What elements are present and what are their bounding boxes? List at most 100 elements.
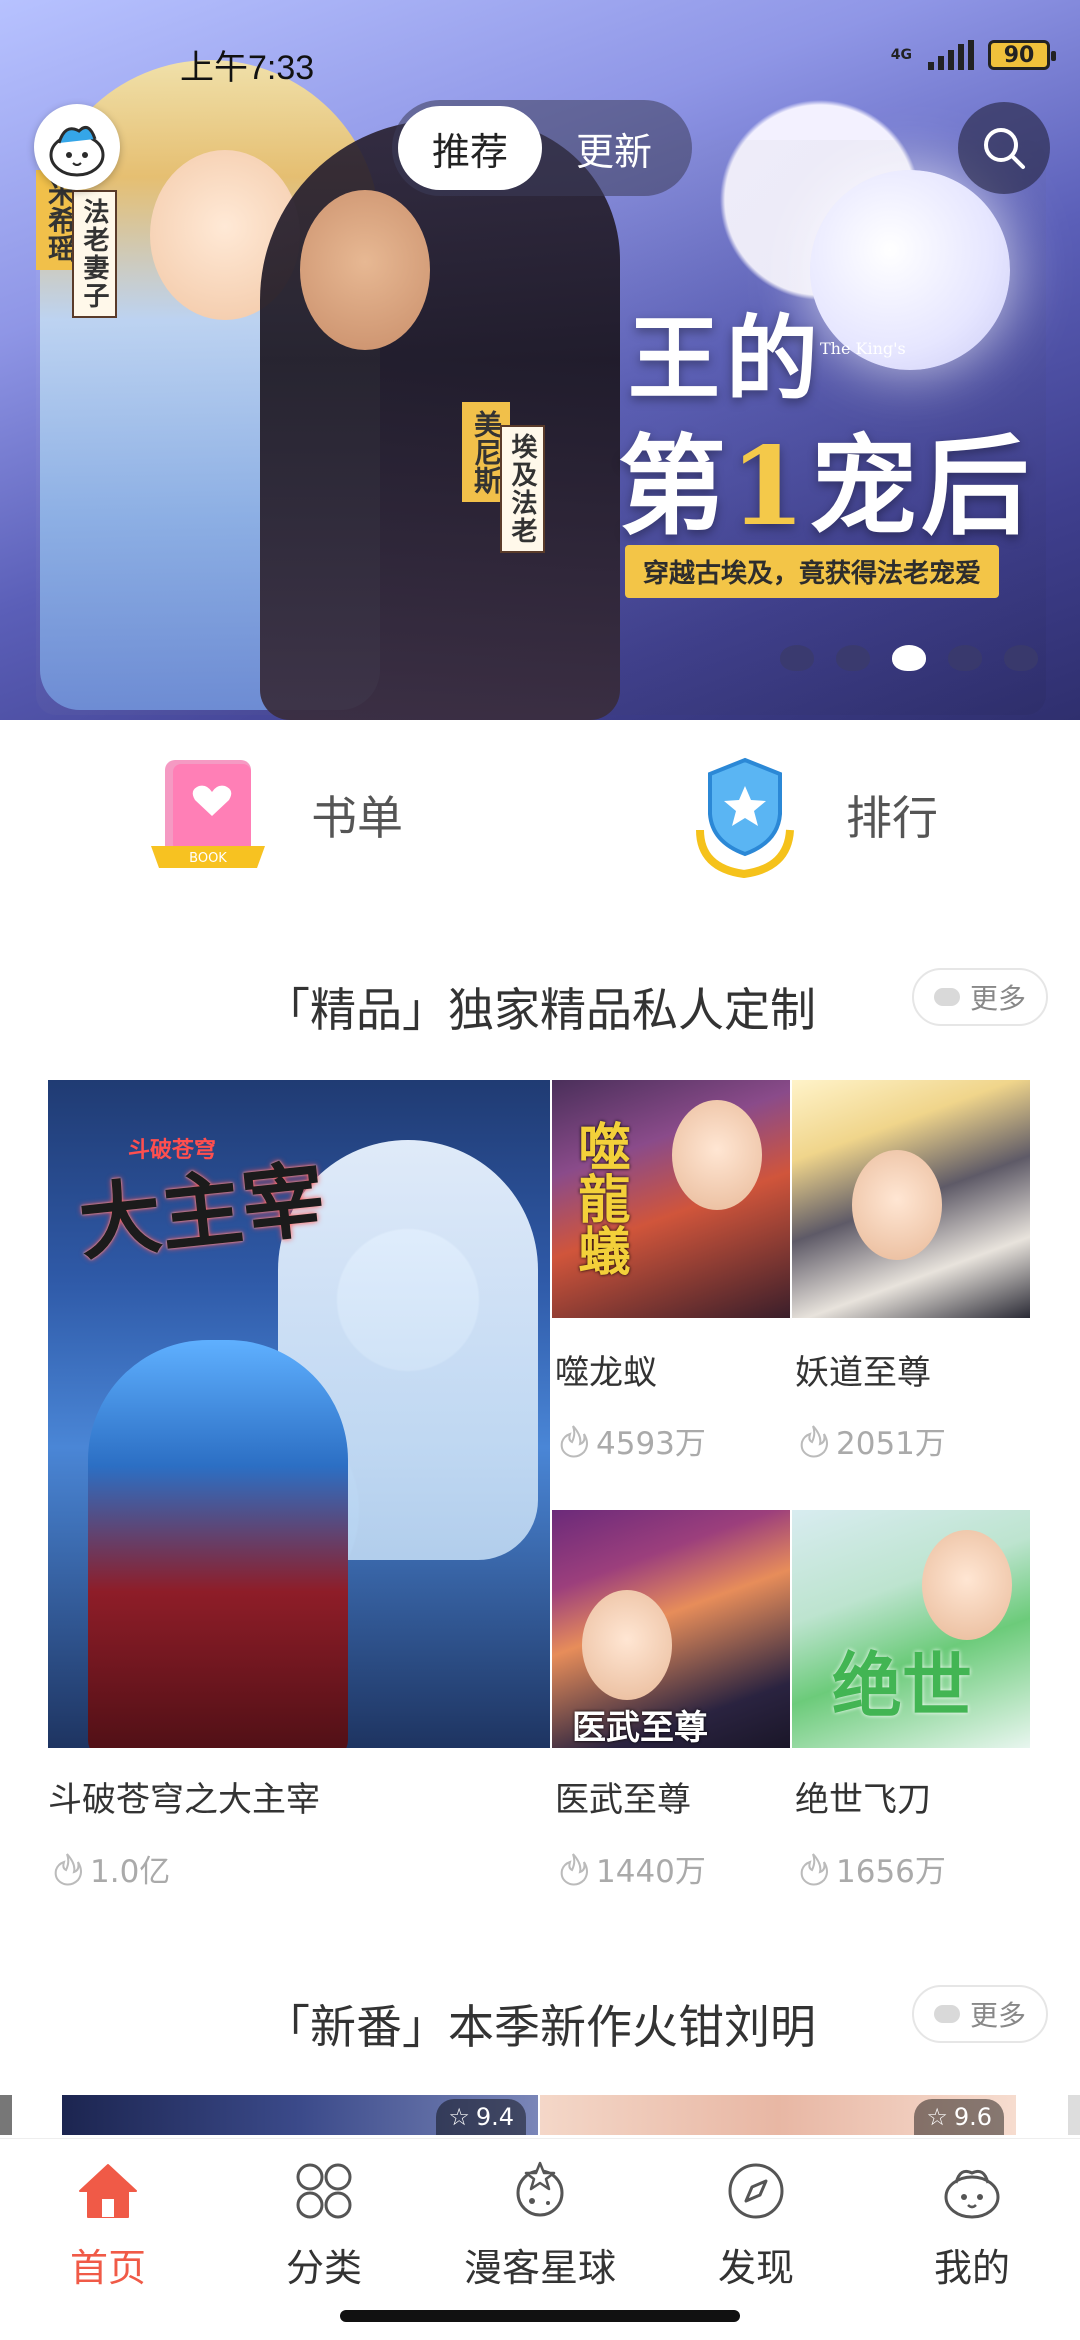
category-icon xyxy=(296,2163,352,2219)
title-prefix: 第 xyxy=(618,424,731,550)
booklist-label: 书单 xyxy=(311,791,403,845)
cover-character-face xyxy=(672,1100,762,1210)
comic-title[interactable]: 噬龙蚁 xyxy=(555,1345,657,1394)
pagination-dot[interactable] xyxy=(780,645,814,671)
top-tabs: 推荐 更新 xyxy=(392,100,692,196)
nav-category[interactable]: 分类 xyxy=(216,2159,432,2292)
comic-cover[interactable] xyxy=(792,1080,1030,1318)
cover-character-face xyxy=(582,1590,672,1700)
pagination-dot-active[interactable] xyxy=(892,645,926,671)
character-role-tag-1: 法老妻子 xyxy=(72,190,117,318)
comic-heat: 1.0亿 xyxy=(52,1846,170,1891)
nav-profile-label: 我的 xyxy=(933,2246,1010,2290)
shortcut-row: BOOK 书单 排行 xyxy=(0,750,1080,890)
premium-more-button[interactable]: 更多 xyxy=(912,968,1048,1026)
cover-logo: 绝世飞刀 xyxy=(832,1644,972,1748)
comic-cover[interactable]: 绝世飞刀 xyxy=(792,1510,1030,1748)
network-type: 4G xyxy=(890,47,912,63)
ranking-shortcut[interactable]: 排行 xyxy=(680,750,938,880)
home-indicator[interactable] xyxy=(340,2310,740,2322)
tab-update[interactable]: 更新 xyxy=(542,106,686,190)
banner-pagination xyxy=(780,645,1038,671)
more-label: 更多 xyxy=(969,1999,1026,2032)
banner-title-line1: 王的 xyxy=(628,305,825,413)
signal-icon xyxy=(928,40,974,70)
ranking-label: 排行 xyxy=(846,791,938,845)
rating-value: 9.6 xyxy=(953,2103,992,2131)
nav-discover[interactable]: 发现 xyxy=(648,2159,864,2292)
svg-text:BOOK: BOOK xyxy=(189,851,227,866)
comic-cover[interactable]: 医武至尊 xyxy=(552,1510,790,1748)
booklist-shortcut[interactable]: BOOK 书单 xyxy=(145,750,403,880)
title-number: 1 xyxy=(730,424,810,550)
flame-icon xyxy=(54,1852,82,1885)
comic-title[interactable]: 医武至尊 xyxy=(555,1772,691,1821)
comic-cover-feature[interactable]: 斗破苍穹 大主宰 xyxy=(48,1080,550,1748)
pagination-dot[interactable] xyxy=(1004,645,1038,671)
nav-home-label: 首页 xyxy=(69,2246,146,2290)
new-more-button[interactable]: 更多 xyxy=(912,1985,1048,2043)
more-label: 更多 xyxy=(969,982,1026,1015)
banner-tagline: 穿越古埃及，竟获得法老宠爱 xyxy=(625,545,1000,598)
comic-cover[interactable]: ☆ 9.4 xyxy=(62,2095,538,2135)
new-section-header: 「新番」本季新作火钳刘明 更多 xyxy=(0,1985,1080,2055)
banner-title-line2: 第1宠后 xyxy=(618,400,1033,556)
compass-icon xyxy=(728,2163,784,2219)
pagination-dot[interactable] xyxy=(948,645,982,671)
app-logo-button[interactable] xyxy=(34,104,120,190)
carousel-edge xyxy=(1068,2095,1080,2135)
title-suffix: 宠后 xyxy=(809,424,1034,550)
comic-title[interactable]: 妖道至尊 xyxy=(795,1345,931,1394)
search-button[interactable] xyxy=(958,102,1050,194)
cover-character-face xyxy=(852,1150,942,1260)
comic-cover[interactable]: ☆ 9.6 xyxy=(540,2095,1016,2135)
battery-icon: 90 xyxy=(988,40,1056,70)
heat-value: 1.0亿 xyxy=(90,1854,171,1890)
star-icon: ☆ xyxy=(448,2103,470,2131)
profile-icon xyxy=(944,2169,1000,2219)
comic-title[interactable]: 斗破苍穹之大主宰 xyxy=(48,1772,320,1821)
nav-category-label: 分类 xyxy=(285,2246,362,2290)
cover-logo: 噬龍蟻 xyxy=(569,1120,630,1276)
book-heart-icon: BOOK xyxy=(151,760,265,868)
carousel-edge xyxy=(0,2095,12,2135)
nav-planet[interactable]: 漫客星球 xyxy=(432,2159,648,2292)
star-icon: ☆ xyxy=(926,2103,948,2131)
comic-title[interactable]: 绝世飞刀 xyxy=(795,1772,931,1821)
battery-level: 90 xyxy=(1003,42,1035,68)
nav-profile[interactable]: 我的 xyxy=(864,2159,1080,2292)
comic-heat: 2051万 xyxy=(798,1418,946,1463)
flame-icon xyxy=(800,1852,828,1885)
comic-cover[interactable]: 噬龍蟻 xyxy=(552,1080,790,1318)
home-icon xyxy=(79,2164,137,2218)
heat-value: 4593万 xyxy=(596,1426,706,1462)
pagination-dot[interactable] xyxy=(836,645,870,671)
tab-recommend[interactable]: 推荐 xyxy=(398,106,542,190)
flame-icon xyxy=(560,1424,588,1457)
nav-home[interactable]: 首页 xyxy=(0,2159,216,2292)
cloud-icon xyxy=(933,988,960,1006)
search-icon xyxy=(984,128,1025,169)
premium-section-header: 「精品」独家精品私人定制 更多 xyxy=(0,968,1080,1038)
rating-value: 9.4 xyxy=(475,2103,514,2131)
shield-star-icon xyxy=(696,757,794,879)
pharaoh-illustration xyxy=(260,120,620,720)
nav-planet-label: 漫客星球 xyxy=(463,2246,616,2290)
status-time: 上午7:33 xyxy=(180,49,315,87)
cover-character-face xyxy=(922,1530,1012,1640)
comic-heat: 1656万 xyxy=(798,1846,946,1891)
nav-discover-label: 发现 xyxy=(717,2246,794,2290)
mascot-icon xyxy=(49,125,105,177)
banner-english-title: The King's xyxy=(820,339,906,358)
flame-icon xyxy=(560,1852,588,1885)
comic-heat: 1440万 xyxy=(558,1846,706,1891)
comic-heat: 4593万 xyxy=(558,1418,706,1463)
flame-icon xyxy=(800,1424,828,1457)
heat-value: 1440万 xyxy=(596,1854,706,1890)
rating-badge: ☆ 9.6 xyxy=(914,2099,1004,2135)
heat-value: 1656万 xyxy=(836,1854,946,1890)
rating-badge: ☆ 9.4 xyxy=(436,2099,526,2135)
planet-icon xyxy=(516,2161,564,2217)
cover-logo: 医武至尊 xyxy=(572,1708,708,1748)
status-indicators: 4G 90 xyxy=(890,40,1056,70)
